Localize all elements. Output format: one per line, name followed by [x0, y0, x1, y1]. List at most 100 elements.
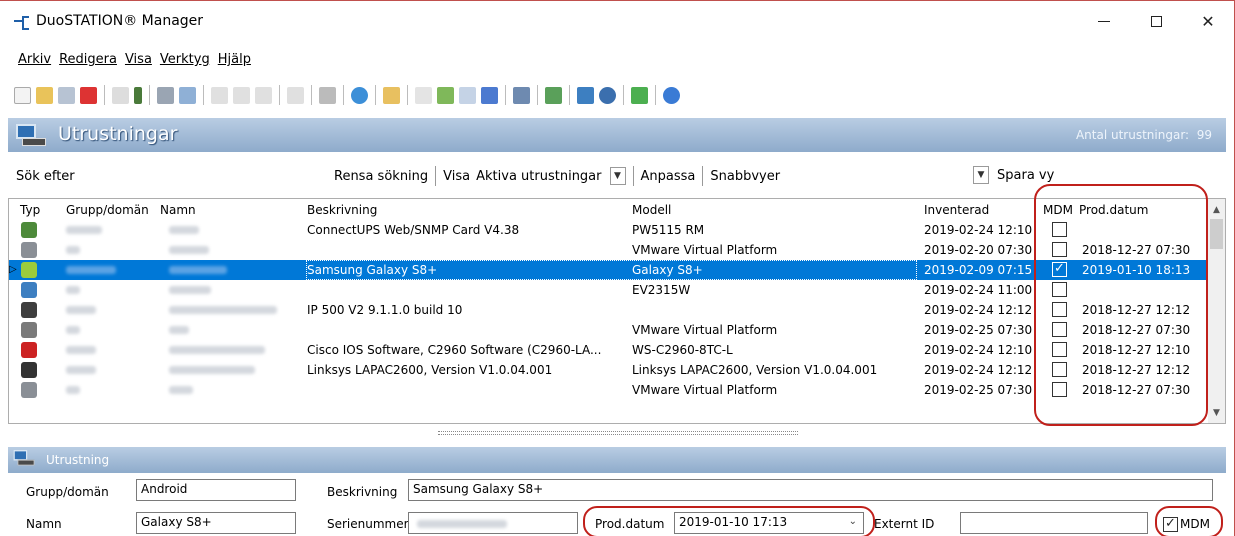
col-mdm[interactable]: MDM	[1043, 203, 1073, 217]
maximize-button[interactable]	[1130, 1, 1182, 41]
table-row[interactable]: IP 500 V2 9.1.1.0 build 10 2019-02-24 12:…	[9, 300, 1209, 320]
open-folder-icon[interactable]	[36, 86, 53, 104]
print-icon[interactable]	[157, 86, 174, 104]
menu-redigera[interactable]: Redigera	[59, 52, 117, 72]
mdm-checkbox[interactable]	[1052, 302, 1067, 317]
mdm-checkbox[interactable]	[1052, 282, 1067, 297]
table-row[interactable]: VMware Virtual Platform 2019-02-25 07:30 2…	[9, 380, 1209, 400]
col-description[interactable]: Beskrivning	[307, 203, 377, 217]
save-icon[interactable]	[58, 86, 75, 104]
cut-icon[interactable]	[211, 86, 228, 104]
paste-icon[interactable]	[255, 86, 272, 104]
col-inventoried[interactable]: Inventerad	[924, 203, 989, 217]
col-name[interactable]: Namn	[160, 203, 196, 217]
show-filter-value[interactable]: Aktiva utrustningar	[476, 169, 601, 184]
close-button[interactable]: ✕	[1182, 1, 1234, 41]
scroll-down-icon[interactable]: ▼	[1208, 404, 1225, 421]
delete-icon[interactable]	[80, 86, 97, 104]
cell-prod-date: 2018-12-27 07:30	[1082, 323, 1191, 337]
clear-search-button[interactable]: Rensa sökning	[334, 169, 428, 184]
scroll-thumb[interactable]	[1210, 219, 1223, 249]
filter-dropdown-icon[interactable]	[383, 86, 400, 104]
server-icon	[21, 382, 37, 398]
edit-icon[interactable]	[112, 86, 129, 104]
maximize-icon	[1150, 15, 1162, 27]
mdm-checkbox[interactable]	[1052, 222, 1067, 237]
table-row[interactable]: VMware Virtual Platform 2019-02-20 07:30 2…	[9, 240, 1209, 260]
scroll-up-icon[interactable]: ▲	[1208, 201, 1225, 218]
menu-arkiv[interactable]: Arkiv	[18, 52, 51, 72]
mdm-checkbox[interactable]	[1052, 242, 1067, 257]
cell-inventoried: 2019-02-24 11:00	[924, 283, 1033, 297]
table-row[interactable]: EV2315W 2019-02-24 11:00	[9, 280, 1209, 300]
undo-icon[interactable]	[287, 86, 304, 104]
cell-prod-date: 2018-12-27 12:12	[1082, 363, 1191, 377]
mdm-checkbox[interactable]	[1052, 261, 1067, 277]
cell-inventoried: 2019-02-25 07:30	[924, 323, 1033, 337]
col-prod-date[interactable]: Prod.datum	[1079, 203, 1148, 217]
show-filter-dropdown-icon[interactable]: ▼	[609, 167, 626, 185]
search-label[interactable]: Sök efter	[16, 169, 75, 184]
cell-model: VMware Virtual Platform	[632, 323, 778, 337]
splitter-handle[interactable]	[438, 431, 798, 435]
help-icon[interactable]	[663, 86, 680, 104]
quick-views-button[interactable]: Snabbvyer	[710, 169, 780, 184]
table-row[interactable]: ▷ Samsung Galaxy S8+ Galaxy S8+ 2019-02-09 …	[9, 260, 1209, 280]
title-bar: DuoSTATION® Manager ✕	[0, 1, 1234, 41]
window-title: DuoSTATION® Manager	[36, 13, 204, 29]
link-icon[interactable]	[319, 86, 336, 104]
prod-date-field[interactable]: 2019-01-10 17:13 ⌄	[674, 512, 864, 534]
col-group[interactable]: Grupp/domän	[66, 203, 149, 217]
table-row[interactable]: VMware Virtual Platform 2019-02-25 07:30 2…	[9, 320, 1209, 340]
menu-hjalp[interactable]: Hjälp	[218, 52, 251, 72]
android-icon	[21, 262, 37, 278]
quick-views-dropdown-icon[interactable]: ▼	[973, 166, 989, 184]
menu-visa[interactable]: Visa	[125, 52, 152, 72]
save-view-button[interactable]: Spara vy	[997, 168, 1054, 183]
print-preview-icon[interactable]	[179, 86, 196, 104]
mdm-checkbox[interactable]	[1052, 362, 1067, 377]
redacted-text	[169, 366, 255, 374]
col-type[interactable]: Typ	[20, 203, 40, 217]
add-document-icon[interactable]	[437, 86, 454, 104]
export-excel-icon[interactable]	[631, 86, 648, 104]
mdm-checkbox[interactable]	[1052, 342, 1067, 357]
group-field[interactable]: Android	[136, 479, 296, 501]
battery-icon[interactable]	[134, 86, 142, 104]
separator	[632, 166, 634, 186]
chevron-down-icon[interactable]: ⌄	[849, 516, 857, 527]
serial-field[interactable]	[408, 512, 578, 534]
table-scrollbar[interactable]: ▲ ▼	[1208, 199, 1225, 423]
refresh-icon[interactable]	[351, 86, 368, 104]
app-logo-icon	[14, 15, 32, 30]
send-icon[interactable]	[481, 86, 498, 104]
table-row[interactable]: ConnectUPS Web/SNMP Card V4.38 PW5115 RM 2…	[9, 220, 1209, 240]
customize-button[interactable]: Anpassa	[641, 169, 696, 184]
network-icon[interactable]	[545, 86, 562, 104]
toolbar	[14, 84, 680, 106]
group-label: Grupp/domän	[26, 485, 109, 499]
copy-icon[interactable]	[233, 86, 250, 104]
description-field[interactable]: Samsung Galaxy S8+	[408, 479, 1213, 501]
toolbar-separator	[149, 85, 150, 105]
document-icon[interactable]	[459, 86, 476, 104]
mdm-checkbox[interactable]	[1163, 516, 1178, 532]
mdm-checkbox[interactable]	[1052, 322, 1067, 337]
table-row[interactable]: Cisco IOS Software, C2960 Software (C296…	[9, 340, 1209, 360]
minimize-button[interactable]	[1078, 1, 1130, 41]
name-field[interactable]: Galaxy S8+	[136, 512, 296, 534]
globe-icon[interactable]	[599, 86, 616, 104]
external-id-field[interactable]	[960, 512, 1148, 534]
mdm-checkbox[interactable]	[1052, 382, 1067, 397]
cell-inventoried: 2019-02-24 12:10	[924, 343, 1033, 357]
new-icon[interactable]	[14, 86, 31, 104]
col-model[interactable]: Modell	[632, 203, 671, 217]
window-icon[interactable]	[577, 86, 594, 104]
duplicate-icon[interactable]	[415, 86, 432, 104]
table-row[interactable]: Linksys LAPAC2600, Version V1.0.04.001 Li…	[9, 360, 1209, 380]
menu-verktyg[interactable]: Verktyg	[160, 52, 210, 72]
cell-description: Cisco IOS Software, C2960 Software (C296…	[307, 343, 602, 357]
report-dropdown-icon[interactable]	[513, 86, 530, 104]
cell-model: Linksys LAPAC2600, Version V1.0.04.001	[632, 363, 878, 377]
redacted-text	[66, 226, 102, 234]
